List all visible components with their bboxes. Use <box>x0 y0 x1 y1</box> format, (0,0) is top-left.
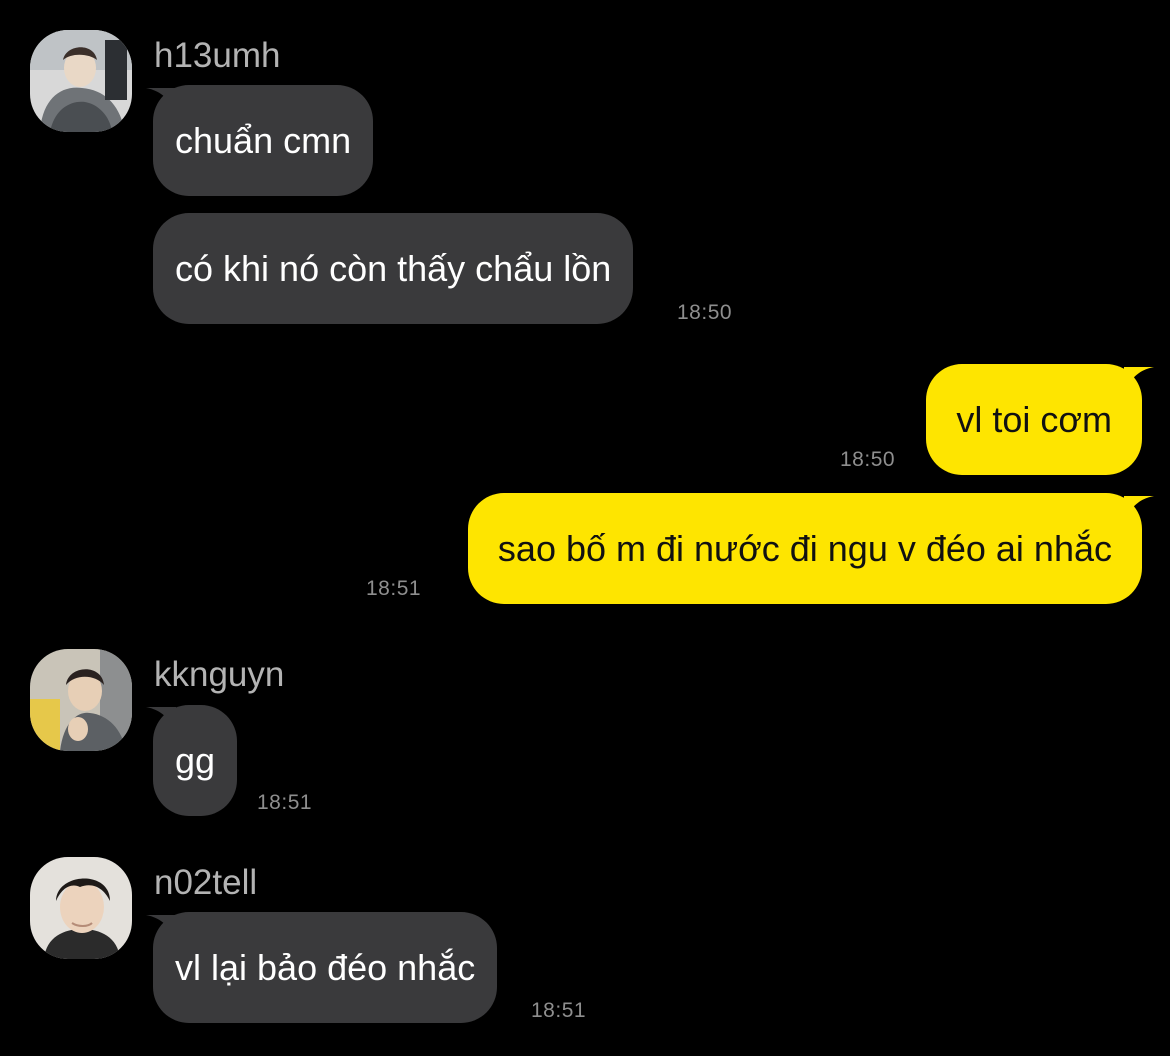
message-bubble[interactable]: có khi nó còn thấy chẩu lồn <box>153 213 634 324</box>
profile-photo-icon <box>30 857 132 959</box>
message-bubble[interactable]: chuẩn cmn <box>153 85 374 196</box>
avatar-n02tell[interactable] <box>30 857 132 959</box>
bubble-tail <box>1124 496 1154 520</box>
message-timestamp: 18:50 <box>840 448 896 471</box>
avatar-kknguyn[interactable] <box>30 649 132 751</box>
avatar-h13umh[interactable] <box>30 30 132 132</box>
profile-photo-icon <box>30 649 132 751</box>
message-timestamp: 18:51 <box>531 999 587 1022</box>
message-timestamp: 18:50 <box>677 301 733 324</box>
message-timestamp: 18:51 <box>366 577 422 600</box>
message-timestamp: 18:51 <box>257 791 313 814</box>
message-bubble[interactable]: sao bố m đi nước đi ngu v đéo ai nhắc <box>467 493 1142 604</box>
sender-name-h13umh: h13umh <box>154 36 281 75</box>
profile-photo-icon <box>30 30 132 132</box>
sender-name-n02tell: n02tell <box>154 863 258 902</box>
sender-name-kknguyn: kknguyn <box>154 655 285 694</box>
bubble-tail <box>1124 367 1154 391</box>
message-bubble[interactable]: vl lại bảo đéo nhắc <box>153 912 498 1023</box>
message-bubble[interactable]: gg <box>153 705 238 816</box>
message-bubble[interactable]: vl toi cơm <box>926 364 1142 475</box>
